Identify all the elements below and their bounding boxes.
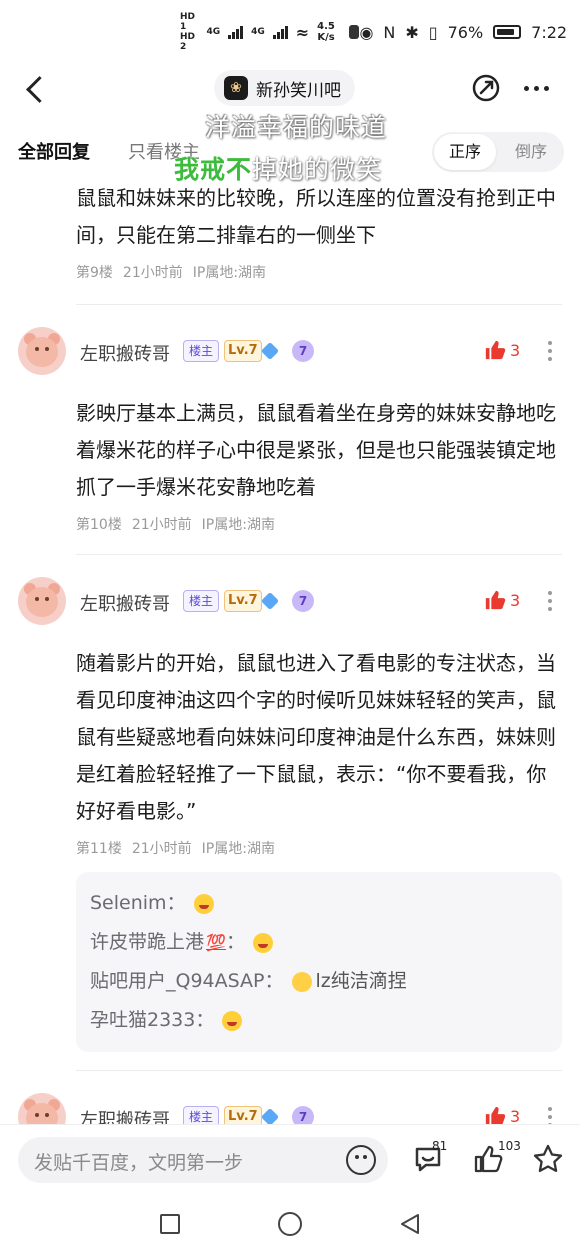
- post-header: 左职搬砖哥 楼主 Lv.7 7 3: [0, 305, 580, 397]
- status-bar: HD 1 HD 2 4G 4G ≈ 4.5 K/s ◉ N ✱ ▯ 76% 7:…: [0, 0, 580, 64]
- signal-area: HD 1 HD 2 4G 4G ≈ 4.5 K/s: [180, 12, 360, 52]
- eye-icon: ◉: [359, 22, 374, 42]
- post-meta: 第9楼 21小时前 IP属地:湖南: [76, 262, 580, 282]
- signal-bars-icon: [228, 25, 244, 39]
- sub-reply[interactable]: Selenim：: [90, 884, 548, 923]
- post-header: 左职搬砖哥 楼主 Lv.7 7 3: [0, 555, 580, 647]
- back-icon[interactable]: [20, 72, 50, 106]
- recent-apps-icon[interactable]: [160, 1214, 180, 1234]
- avatar[interactable]: [18, 577, 66, 625]
- forum-name: 新孙笑川吧: [256, 80, 341, 101]
- overlay-rest: 掉她的微笑: [252, 155, 383, 184]
- system-nav-bar: [0, 1196, 580, 1256]
- notification-icon: [348, 25, 360, 39]
- post-meta: 第11楼 21小时前 IP属地:湖南: [76, 838, 580, 858]
- ip-label: IP属地:湖南: [201, 517, 275, 533]
- floor-label: 第9楼: [76, 265, 113, 281]
- overlay-highlight: 我戒不: [174, 155, 253, 184]
- lz-badge: 楼主: [183, 590, 220, 612]
- reply-placeholder: 发贴千百度，文明第一步: [34, 1152, 244, 1174]
- post-meta: 第10楼 21小时前 IP属地:湖南: [76, 514, 580, 534]
- sub-reply-content: lz纯洁滴捏: [315, 970, 407, 992]
- clock: 7:22: [531, 22, 568, 42]
- post-list: 鼠鼠和妹妹来的比较晚，所以连座的位置没有抢到正中间，只能在第二排靠右的一侧坐下 …: [0, 180, 580, 1163]
- reply-input[interactable]: 发贴千百度，文明第一步: [18, 1137, 388, 1183]
- sub-reply-separator: ：: [225, 931, 245, 953]
- avatar[interactable]: [18, 327, 66, 375]
- sub-reply[interactable]: 许皮带跪上港 💯 ：: [90, 923, 548, 962]
- share-icon[interactable]: [470, 72, 502, 104]
- grin-emoji-icon: [252, 932, 273, 953]
- hd1-label: HD 1: [180, 12, 196, 32]
- like-count: 3: [510, 341, 521, 360]
- hd2-label: HD 2: [180, 32, 196, 52]
- top-nav: ❀ 新孙笑川吧: [0, 64, 580, 114]
- like-icon[interactable]: [484, 339, 506, 361]
- floor-label: 第11楼: [76, 841, 122, 857]
- ip-label: IP属地:湖南: [201, 841, 275, 857]
- overlay-caption-1: 洋溢幸福的味道: [204, 113, 387, 142]
- net1-label: 4G: [206, 27, 221, 37]
- diamond-icon: [260, 591, 280, 611]
- time-label: 21小时前: [131, 841, 192, 857]
- forum-pill[interactable]: ❀ 新孙笑川吧: [214, 70, 355, 106]
- forum-avatar-icon: ❀: [224, 76, 248, 100]
- post-text: 影映厅基本上满员，鼠鼠看着坐在身旁的妹妹安静地吃着爆米花的样子心中很是紧张，但是…: [76, 401, 556, 499]
- net-speed-unit: K/s: [317, 32, 335, 43]
- level-badge: Lv.7: [224, 340, 262, 362]
- username[interactable]: 左职搬砖哥: [80, 590, 170, 616]
- post-floor-11: 左职搬砖哥 楼主 Lv.7 7 3 随着影片的开始，鼠鼠也进入了看电影的专注状态…: [0, 555, 580, 1071]
- username[interactable]: 左职搬砖哥: [80, 340, 170, 366]
- seven-badge: 7: [292, 590, 314, 612]
- battery-percent: 76%: [447, 22, 484, 42]
- diamond-icon: [260, 341, 280, 361]
- lz-badge: 楼主: [183, 340, 220, 362]
- like-total-count: 103: [498, 1139, 521, 1153]
- sub-reply-user[interactable]: 孕吐猫2333：: [90, 1001, 214, 1040]
- signal-bars-icon-2: [272, 25, 288, 39]
- post-more-icon[interactable]: [543, 588, 557, 614]
- post-text: 随着影片的开始，鼠鼠也进入了看电影的专注状态，当看见印度神油这四个字的时候听见妹…: [76, 651, 556, 823]
- grin-emoji-icon: [222, 1010, 243, 1031]
- vibrate-icon: ▯: [428, 22, 438, 42]
- like-count: 3: [510, 591, 521, 610]
- sub-reply[interactable]: 贴吧用户_Q94ASAP： lz纯洁滴捏: [90, 962, 548, 1001]
- hd-indicator: HD 1 HD 2: [180, 12, 198, 52]
- hundred-badge: 💯: [206, 933, 226, 952]
- star-icon[interactable]: [532, 1143, 564, 1175]
- sub-reply-user[interactable]: 贴吧用户_Q94ASAP：: [90, 962, 284, 1001]
- sub-reply-box[interactable]: Selenim： 许皮带跪上港 💯 ： 贴吧用户_Q94ASAP： lz纯洁滴捏…: [76, 872, 562, 1052]
- post-text: 鼠鼠和妹妹来的比较晚，所以连座的位置没有抢到正中间，只能在第二排靠右的一侧坐下: [76, 186, 556, 247]
- battery-icon: [493, 25, 522, 39]
- like-icon[interactable]: [484, 589, 506, 611]
- floor-label: 第10楼: [76, 517, 122, 533]
- ip-label: IP属地:湖南: [192, 265, 267, 281]
- cat-emoji-icon: [291, 971, 312, 992]
- post-floor-10: 左职搬砖哥 楼主 Lv.7 7 3 影映厅基本上满员，鼠鼠看着坐在身旁的妹妹安静…: [0, 305, 580, 555]
- status-right: ◉ N ✱ ▯ 76% 7:22: [359, 23, 567, 42]
- sub-reply-user[interactable]: Selenim：: [90, 884, 186, 923]
- net2-label: 4G: [251, 27, 265, 37]
- overlay-caption-2: 我戒不掉她的微笑: [174, 150, 382, 186]
- post-floor-9: 鼠鼠和妹妹来的比较晚，所以连座的位置没有抢到正中间，只能在第二排靠右的一侧坐下 …: [0, 180, 580, 305]
- sub-reply[interactable]: 孕吐猫2333：: [90, 1001, 548, 1040]
- emoji-icon[interactable]: [346, 1145, 376, 1175]
- wifi-icon: ≈: [295, 22, 310, 42]
- time-label: 21小时前: [122, 265, 183, 281]
- level-badge: Lv.7: [224, 590, 262, 612]
- system-back-icon[interactable]: [398, 1212, 422, 1236]
- net-speed-value: 4.5: [317, 21, 335, 32]
- grin-emoji-icon: [193, 893, 214, 914]
- bottom-action-bar: 发贴千百度，文明第一步 81 103: [0, 1124, 580, 1196]
- comment-count: 81: [432, 1139, 448, 1153]
- post-more-icon[interactable]: [543, 338, 557, 364]
- more-icon[interactable]: [518, 72, 554, 104]
- bluetooth-icon: ✱: [405, 22, 419, 42]
- time-label: 21小时前: [131, 517, 192, 533]
- net-speed: 4.5 K/s: [317, 21, 335, 43]
- seven-badge: 7: [292, 340, 314, 362]
- sub-reply-user[interactable]: 许皮带跪上港: [90, 923, 204, 962]
- home-icon[interactable]: [278, 1212, 302, 1236]
- nfc-icon: N: [383, 22, 396, 42]
